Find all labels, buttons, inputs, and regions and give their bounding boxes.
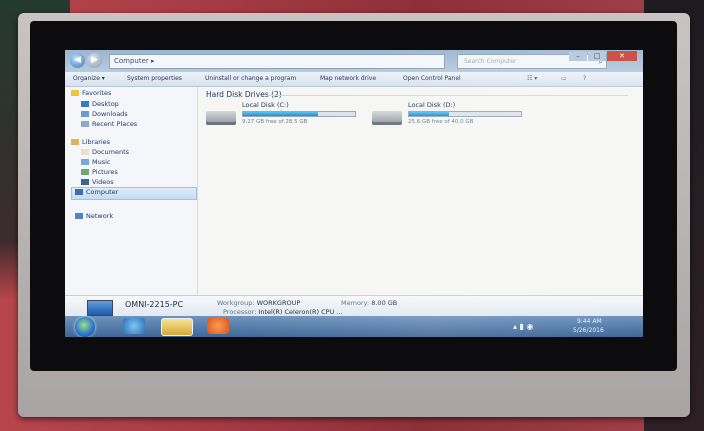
start-button[interactable] — [75, 317, 95, 337]
file-content-area: Hard Disk Drives (2) Local Disk (C:) 9.2… — [198, 87, 643, 295]
nav-videos[interactable]: Videos — [81, 178, 114, 186]
nav-downloads-label: Downloads — [92, 110, 128, 118]
minimize-button[interactable]: – — [569, 51, 587, 61]
windows-explorer-icon[interactable] — [161, 318, 193, 336]
view-options-icon[interactable]: ☷ ▾ — [527, 72, 537, 86]
map-network-drive-button[interactable]: Map network drive — [320, 72, 376, 86]
internet-explorer-icon[interactable] — [123, 318, 145, 334]
drive-d-free-space: 25.6 GB free of 40.0 GB — [408, 119, 474, 125]
network-icon — [75, 213, 83, 219]
organize-button[interactable]: Organize ▾ — [73, 72, 105, 86]
forward-arrow-icon[interactable]: ▶ — [87, 53, 102, 68]
music-icon — [81, 159, 89, 165]
drive-c-usage-bar — [242, 111, 356, 117]
drive-c-usage-fill — [243, 112, 319, 116]
desktop-icon — [81, 101, 89, 107]
search-placeholder: Search Computer — [464, 58, 517, 65]
nav-documents[interactable]: Documents — [81, 148, 129, 156]
nav-computer[interactable]: Computer — [75, 188, 118, 196]
drive-c-name[interactable]: Local Disk (C:) — [242, 101, 289, 109]
downloads-icon — [81, 111, 89, 117]
nav-music-label: Music — [92, 158, 111, 166]
nav-network[interactable]: Network — [75, 212, 113, 220]
clock-time[interactable]: 9:44 AM — [577, 318, 602, 325]
media-player-icon[interactable] — [207, 318, 229, 334]
memory-label: Memory: — [341, 299, 370, 307]
videos-icon — [81, 179, 89, 185]
pictures-icon — [81, 169, 89, 175]
processor-value: Intel(R) Celeron(R) CPU ... — [258, 308, 343, 316]
uninstall-program-button[interactable]: Uninstall or change a program — [205, 72, 296, 86]
maximize-button[interactable]: □ — [588, 51, 606, 61]
nav-network-label: Network — [86, 212, 114, 220]
nav-libraries[interactable]: Libraries — [71, 138, 110, 146]
nav-pictures[interactable]: Pictures — [81, 168, 118, 176]
photo-scene: ◀ ▶ Computer ▸ Search Computer ⌕ – □ ✕ O… — [0, 0, 704, 431]
open-control-panel-button[interactable]: Open Control Panel — [403, 72, 461, 86]
clock-date[interactable]: 5/26/2016 — [573, 327, 604, 334]
nav-recent-label: Recent Places — [92, 120, 138, 128]
nav-videos-label: Videos — [92, 178, 114, 186]
nav-favorites-label: Favorites — [82, 89, 112, 97]
workgroup-value: WORKGROUP — [256, 299, 301, 307]
system-properties-button[interactable]: System properties — [127, 72, 182, 86]
nav-favorites[interactable]: Favorites — [71, 89, 111, 97]
documents-icon — [81, 149, 89, 155]
nav-computer-label: Computer — [86, 188, 119, 196]
address-bar[interactable]: Computer ▸ — [109, 54, 445, 69]
pc-name: OMNI-2215-PC — [125, 300, 184, 309]
drive-d-usage-fill — [409, 112, 450, 116]
drive-c-free-space: 9.27 GB free of 28.5 GB — [242, 119, 308, 125]
workgroup-label: Workgroup: — [217, 299, 255, 307]
hard-drive-icon[interactable] — [206, 111, 236, 125]
drive-d-usage-bar — [408, 111, 522, 117]
help-icon[interactable]: ? — [583, 72, 586, 86]
taskbar: ▴ ▮ ◉ 9:44 AM 5/26/2016 — [65, 316, 643, 337]
hard-drive-icon[interactable] — [372, 111, 402, 125]
group-divider — [268, 95, 628, 96]
recent-places-icon — [81, 121, 89, 127]
star-icon — [71, 90, 79, 96]
memory-row: Memory: 8.00 GB — [341, 299, 397, 307]
nav-libraries-label: Libraries — [82, 138, 111, 146]
computer-icon — [87, 300, 113, 316]
breadcrumb: Computer ▸ — [114, 57, 155, 65]
command-bar: Organize ▾ System properties Uninstall o… — [65, 72, 643, 87]
nav-desktop[interactable]: Desktop — [81, 100, 119, 108]
preview-pane-icon[interactable]: ▭ — [561, 72, 567, 86]
close-button[interactable]: ✕ — [607, 51, 637, 61]
processor-row: Processor: Intel(R) Celeron(R) CPU ... — [223, 308, 343, 316]
back-arrow-icon[interactable]: ◀ — [70, 53, 85, 68]
nav-desktop-label: Desktop — [92, 100, 119, 108]
computer-icon — [75, 189, 83, 195]
workgroup-row: Workgroup: WORKGROUP — [217, 299, 300, 307]
tray-icons[interactable]: ▴ ▮ ◉ — [513, 322, 533, 331]
nav-documents-label: Documents — [92, 148, 130, 156]
window-titlebar: ◀ ▶ Computer ▸ Search Computer ⌕ – □ ✕ — [65, 50, 643, 72]
nav-recent-places[interactable]: Recent Places — [81, 120, 137, 128]
navigation-pane: Favorites Desktop Downloads Recent Place… — [65, 87, 198, 295]
details-pane: OMNI-2215-PC Workgroup: WORKGROUP Memory… — [65, 295, 643, 317]
tablet-screen: ◀ ▶ Computer ▸ Search Computer ⌕ – □ ✕ O… — [65, 50, 643, 337]
nav-pictures-label: Pictures — [92, 168, 118, 176]
nav-music[interactable]: Music — [81, 158, 111, 166]
nav-downloads[interactable]: Downloads — [81, 110, 128, 118]
processor-label: Processor: — [223, 308, 257, 316]
libraries-icon — [71, 139, 79, 145]
memory-value: 8.00 GB — [371, 299, 398, 307]
drive-d-name[interactable]: Local Disk (D:) — [408, 101, 455, 109]
